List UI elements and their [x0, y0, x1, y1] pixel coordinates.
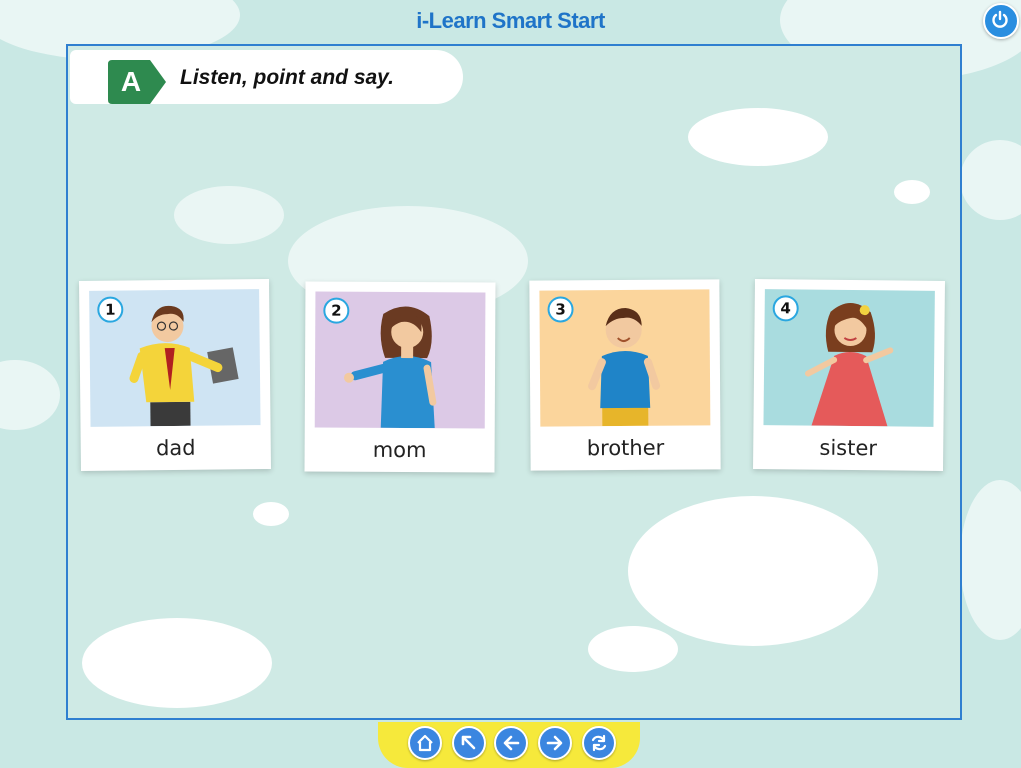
- section-badge: A: [108, 60, 166, 104]
- cloud: [588, 626, 678, 672]
- cloud: [82, 618, 272, 708]
- background-cloud: [960, 140, 1021, 220]
- photo-mom: 2: [314, 291, 486, 429]
- cloud: [688, 108, 828, 166]
- activity-stage: A Listen, point and say. 1 dad 2 mom 3 b…: [66, 44, 962, 720]
- background-cloud: [0, 360, 60, 430]
- card-number: 1: [97, 296, 124, 323]
- navigation-bar: [378, 722, 640, 768]
- power-button[interactable]: [983, 3, 1019, 39]
- previous-button[interactable]: [494, 726, 528, 760]
- cloud: [894, 180, 930, 204]
- refresh-icon: [591, 734, 607, 752]
- card-word: dad: [155, 435, 196, 461]
- card-number: 3: [547, 296, 574, 323]
- back-to-start-icon: [461, 735, 476, 750]
- app-title: i-Learn Smart Start: [416, 8, 605, 33]
- previous-icon: [503, 735, 520, 751]
- instruction-header: A Listen, point and say.: [70, 50, 463, 104]
- badge-letter: A: [120, 66, 142, 97]
- card-word: sister: [819, 435, 878, 461]
- home-icon: [417, 734, 433, 752]
- cloud: [253, 502, 289, 526]
- card-dad[interactable]: 1 dad: [79, 279, 271, 471]
- card-word: mom: [372, 437, 427, 463]
- card-number: 2: [323, 297, 350, 324]
- refresh-button[interactable]: [582, 726, 616, 760]
- cloud: [174, 186, 284, 244]
- card-word: brother: [586, 435, 665, 461]
- card-brother[interactable]: 3 brother: [529, 279, 721, 471]
- card-sister[interactable]: 4 sister: [753, 279, 945, 471]
- photo-sister: 4: [763, 289, 935, 427]
- photo-brother: 3: [539, 289, 711, 427]
- power-icon: [992, 10, 1008, 28]
- next-button[interactable]: [538, 726, 572, 760]
- cloud: [628, 496, 878, 646]
- card-number: 4: [772, 295, 799, 322]
- next-icon: [546, 735, 563, 751]
- photo-dad: 1: [89, 289, 261, 427]
- instruction-text: Listen, point and say.: [180, 66, 394, 89]
- card-mom[interactable]: 2 mom: [304, 281, 496, 473]
- home-button[interactable]: [408, 726, 442, 760]
- back-to-start-button[interactable]: [452, 726, 486, 760]
- background-cloud: [960, 480, 1021, 640]
